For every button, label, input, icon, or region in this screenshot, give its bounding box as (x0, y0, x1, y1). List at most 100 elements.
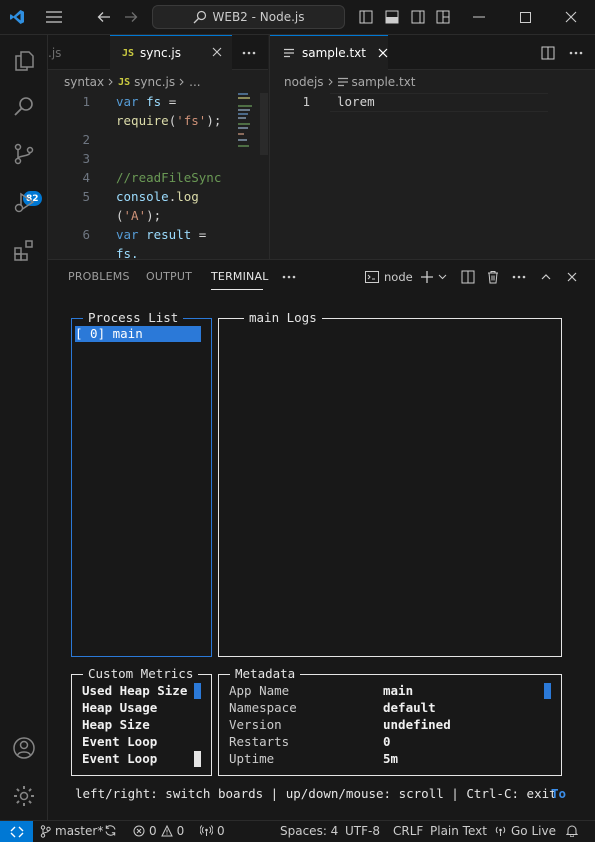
run-and-debug-icon[interactable] (0, 178, 48, 226)
explorer-icon[interactable] (0, 37, 48, 85)
process-list-box[interactable] (71, 318, 212, 657)
split-editor-icon[interactable] (538, 35, 558, 70)
activity-bar: 82 (0, 35, 48, 820)
warning-icon (160, 825, 173, 837)
toggle-secondary-sidebar-icon[interactable] (409, 8, 427, 26)
broadcast-icon (494, 825, 507, 837)
breadcrumb: nodejs sample.txt (284, 73, 416, 91)
indentation-indicator[interactable]: Spaces: 4 (280, 824, 338, 838)
sync-icon[interactable] (104, 824, 117, 837)
close-tab-icon[interactable] (378, 48, 388, 58)
maximize-window-icon[interactable] (516, 8, 534, 26)
more-panel-actions-icon[interactable] (280, 268, 298, 286)
code-line-5a[interactable]: console.log (116, 189, 199, 204)
process-item-main[interactable]: [ 0] main (75, 326, 201, 342)
toggle-panel-icon[interactable] (383, 8, 401, 26)
close-panel-icon[interactable] (563, 268, 581, 286)
line-number: 1 (82, 94, 90, 109)
minimap[interactable] (238, 93, 258, 163)
tab-sample-txt[interactable]: sample.txt (270, 35, 388, 70)
metric-label: Event Loop (82, 751, 158, 766)
branch-name: master* (55, 824, 104, 838)
logs-title: main Logs (244, 311, 322, 325)
js-file-icon: JS (118, 76, 131, 88)
language-mode-indicator[interactable]: Plain Text (430, 824, 487, 838)
command-center-search[interactable]: WEB2 - Node.js (152, 5, 345, 29)
new-terminal-plus-icon[interactable] (418, 268, 436, 286)
tab-label: sync.js (140, 46, 182, 60)
code-line-5b[interactable]: ('A'); (116, 208, 161, 223)
close-tab-icon[interactable] (212, 47, 222, 57)
chevron-right-icon (108, 78, 114, 86)
breadcrumb-file[interactable]: sample.txt (352, 75, 416, 89)
vscode-logo-icon (8, 8, 26, 26)
breadcrumb-folder[interactable]: syntax (64, 75, 104, 89)
code-line-4[interactable]: //readFileSync (116, 170, 221, 185)
minimize-window-icon[interactable] (470, 8, 488, 26)
encoding-indicator[interactable]: UTF-8 (345, 824, 380, 838)
back-arrow-icon[interactable] (95, 8, 113, 26)
problems-indicator[interactable]: 0 0 (133, 824, 184, 838)
customize-layout-icon[interactable] (434, 8, 452, 26)
trash-icon[interactable] (484, 268, 502, 286)
branch-indicator[interactable]: master* (40, 824, 103, 838)
metadata-value: undefined (383, 717, 451, 732)
tab-problems[interactable]: PROBLEMS (68, 270, 130, 283)
logs-box[interactable] (218, 318, 562, 657)
text-file-icon (284, 48, 294, 58)
toggle-primary-sidebar-icon[interactable] (357, 8, 375, 26)
more-actions-icon[interactable] (566, 35, 586, 70)
code-line-6b[interactable]: fs. (116, 246, 139, 259)
settings-gear-icon[interactable] (0, 772, 48, 820)
editor-group-right: sample.txt nodejs sample.txt 1 lorem (269, 35, 595, 259)
metric-label: Heap Size (82, 717, 150, 732)
line-number: 5 (82, 189, 90, 204)
maximize-panel-icon[interactable] (537, 268, 555, 286)
close-window-icon[interactable] (562, 8, 580, 26)
metric-label: Event Loop (82, 734, 158, 749)
git-branch-icon (40, 824, 51, 838)
search-view-icon[interactable] (0, 82, 48, 130)
chevron-right-icon (328, 78, 334, 86)
forward-arrow-icon[interactable] (122, 8, 140, 26)
go-live-label: Go Live (511, 824, 556, 838)
metadata-scrollbar[interactable] (544, 683, 551, 699)
js-file-icon: JS (122, 47, 135, 59)
ports-indicator[interactable]: 0 (200, 824, 225, 838)
extensions-icon[interactable] (0, 226, 48, 274)
menu-icon[interactable] (45, 8, 63, 26)
remote-indicator-icon[interactable] (0, 821, 33, 842)
editor-group-left: .js JS sync.js syntax JS sync.js ... 1 2… (48, 35, 268, 259)
text-content[interactable]: lorem (337, 94, 375, 109)
terminal-selector[interactable]: node (365, 268, 413, 286)
tab-output[interactable]: OUTPUT (146, 270, 192, 283)
eol-indicator[interactable]: CRLF (393, 824, 423, 838)
code-line-1a[interactable]: var fs = (116, 94, 176, 109)
tab-terminal[interactable]: TERMINAL (211, 270, 269, 283)
breadcrumb-file[interactable]: sync.js (134, 75, 175, 89)
tab-sync-js[interactable]: JS sync.js (110, 35, 232, 70)
breadcrumb-more[interactable]: ... (189, 75, 200, 89)
metadata-key: Version (229, 717, 282, 732)
line-number: 6 (82, 227, 90, 242)
line-number: 2 (82, 132, 90, 147)
breadcrumb-folder[interactable]: nodejs (284, 75, 324, 89)
metric-bar-white (194, 751, 201, 767)
search-icon (193, 10, 207, 24)
accounts-icon[interactable] (0, 724, 48, 772)
editor-scrollbar[interactable] (260, 93, 268, 155)
split-terminal-icon[interactable] (459, 268, 477, 286)
more-actions-icon[interactable] (510, 268, 528, 286)
source-control-icon[interactable] (0, 130, 48, 178)
tab-hidden-js[interactable]: .js (48, 35, 110, 70)
line-number: 1 (302, 94, 310, 109)
chevron-down-icon[interactable] (436, 268, 448, 286)
notifications-bell-icon[interactable] (566, 824, 578, 837)
go-live-button[interactable]: Go Live (494, 824, 556, 838)
search-label: WEB2 - Node.js (212, 10, 305, 24)
metadata-value: default (383, 700, 436, 715)
warning-count: 0 (176, 824, 185, 838)
code-line-6a[interactable]: var result = (116, 227, 206, 242)
more-actions-icon[interactable] (234, 35, 264, 70)
code-line-1b[interactable]: require('fs'); (116, 113, 221, 128)
